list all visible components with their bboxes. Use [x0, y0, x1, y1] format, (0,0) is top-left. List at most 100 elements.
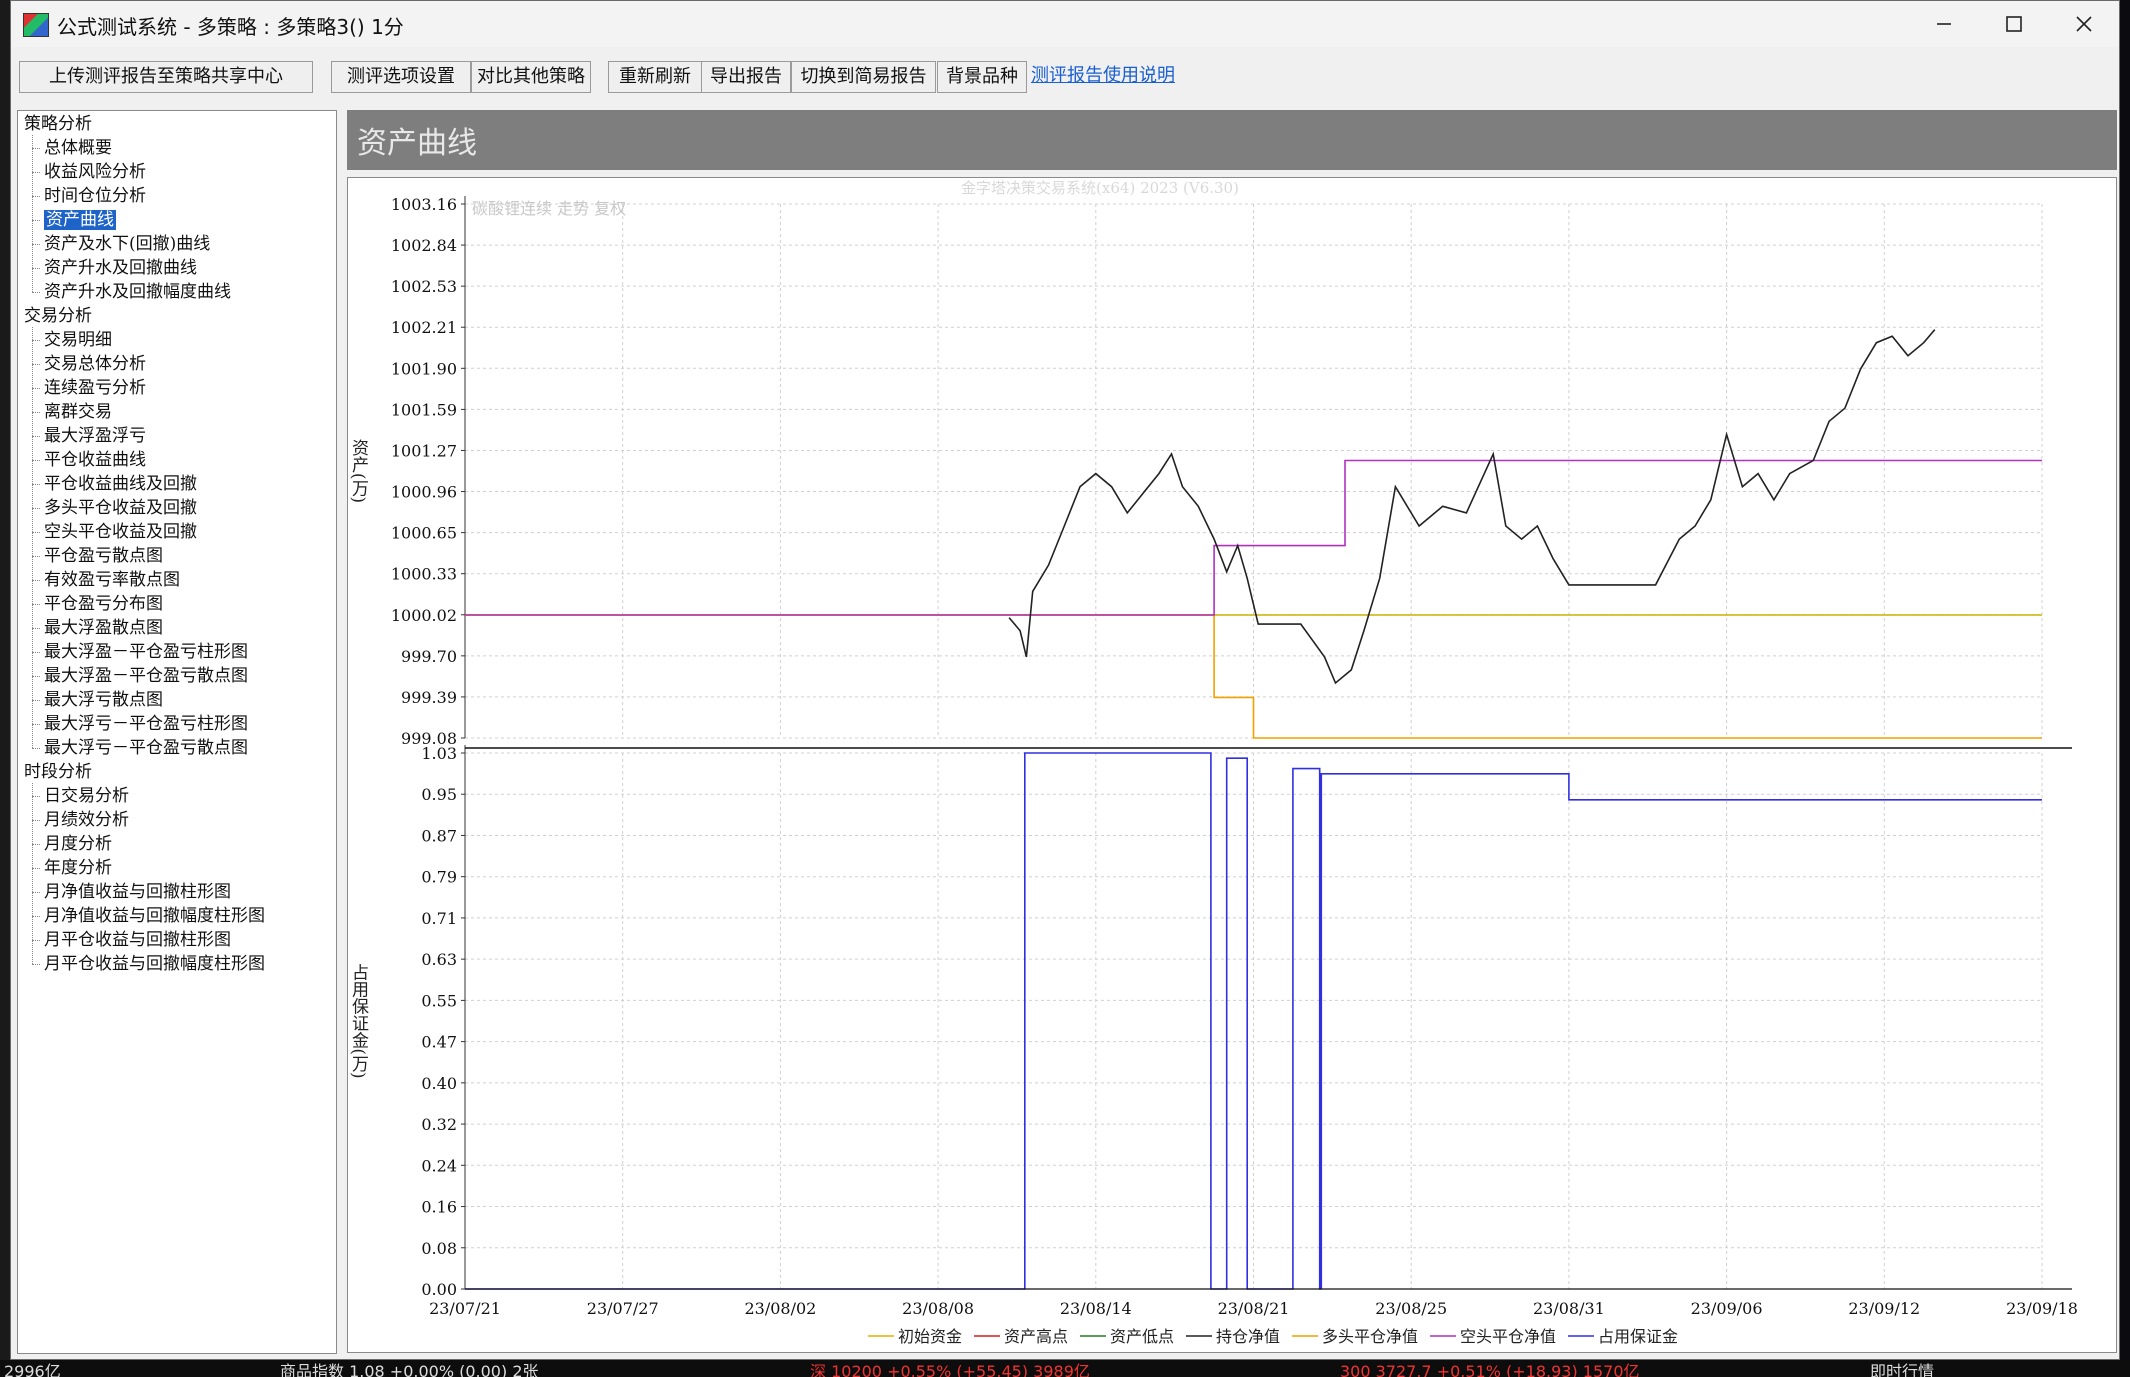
tree-item[interactable]: 离群交易	[44, 401, 112, 423]
tree-item-label: 总体概要	[44, 138, 112, 158]
tree-connector	[32, 724, 40, 725]
tree-item[interactable]: 最大浮盈散点图	[44, 617, 163, 639]
simple-report-button[interactable]: 切换到简易报告	[791, 61, 936, 93]
status-bar: 2996亿 商品指数 1.08 +0.00% (0.00) 2张 深 10200…	[0, 1360, 2130, 1377]
background-symbol-button[interactable]: 背景品种	[937, 61, 1027, 93]
status-turnover: 2996亿	[4, 1362, 61, 1377]
tree-item[interactable]: 资产曲线	[44, 209, 116, 231]
tree-group[interactable]: 策略分析	[24, 113, 92, 135]
tree-group[interactable]: 交易分析	[24, 305, 92, 327]
tree-item-label: 最大浮盈散点图	[44, 618, 163, 638]
y-tick-label: 0.08	[421, 1239, 457, 1258]
tree-item[interactable]: 交易总体分析	[44, 353, 146, 375]
y-tick-label: 1002.21	[391, 318, 457, 337]
tree-item-label: 月平仓收益与回撤幅度柱形图	[44, 954, 265, 974]
tree-item[interactable]: 时间仓位分析	[44, 185, 146, 207]
tree-item[interactable]: 总体概要	[44, 137, 112, 159]
tree-connector	[32, 364, 40, 365]
tree-item-label: 空头平仓收益及回撤	[44, 522, 197, 542]
tree-connector	[32, 148, 40, 149]
tree-item-label: 资产升水及回撤幅度曲线	[44, 282, 231, 302]
tree-connector	[32, 196, 40, 197]
x-tick-label: 23/08/21	[1218, 1299, 1290, 1318]
tree-item[interactable]: 资产升水及回撤曲线	[44, 257, 197, 279]
tree-item-label: 月净值收益与回撤幅度柱形图	[44, 906, 265, 926]
maximize-button[interactable]	[1979, 1, 2049, 47]
y-tick-label: 0.00	[421, 1280, 457, 1299]
tree-connector	[32, 628, 40, 629]
tree-item-label: 资产曲线	[44, 210, 116, 230]
tree-connector	[32, 484, 40, 485]
tree-item[interactable]: 资产及水下(回撤)曲线	[44, 233, 210, 255]
tree-item[interactable]: 平仓盈亏散点图	[44, 545, 163, 567]
tree-item[interactable]: 月净值收益与回撤幅度柱形图	[44, 905, 265, 927]
tree-connector	[32, 244, 40, 245]
tree-item[interactable]: 年度分析	[44, 857, 112, 879]
tree-item-label: 年度分析	[44, 858, 112, 878]
tree-item[interactable]: 多头平仓收益及回撤	[44, 497, 197, 519]
tree-item[interactable]: 月净值收益与回撤柱形图	[44, 881, 231, 903]
y-tick-label: 999.39	[401, 688, 457, 707]
x-tick-label: 23/09/18	[2006, 1299, 2078, 1318]
tree-connector	[32, 460, 40, 461]
tree-item[interactable]: 有效盈亏率散点图	[44, 569, 180, 591]
series-line-upper-1	[465, 614, 2042, 739]
tree-item[interactable]: 资产升水及回撤幅度曲线	[44, 281, 231, 303]
tree-item[interactable]: 空头平仓收益及回撤	[44, 521, 197, 543]
legend-label: 持仓净值	[1216, 1327, 1280, 1346]
tree-item[interactable]: 收益风险分析	[44, 161, 146, 183]
upload-report-button[interactable]: 上传测评报告至策略共享中心	[19, 61, 313, 93]
minimize-button[interactable]	[1909, 1, 1979, 47]
tree-item-label: 月净值收益与回撤柱形图	[44, 882, 231, 902]
tree-item[interactable]: 最大浮亏－平仓盈亏散点图	[44, 737, 248, 759]
status-commodity-index: 商品指数 1.08 +0.00% (0.00) 2张	[280, 1362, 539, 1377]
tree-item[interactable]: 连续盈亏分析	[44, 377, 146, 399]
status-realtime-quote[interactable]: 即时行情	[1870, 1360, 1934, 1377]
tree-connector	[32, 700, 40, 701]
tree-item-label: 策略分析	[24, 114, 92, 134]
tree-group[interactable]: 时段分析	[24, 761, 92, 783]
tree-item[interactable]: 最大浮盈－平仓盈亏散点图	[44, 665, 248, 687]
tree-item-label: 交易总体分析	[44, 354, 146, 374]
tree-item-label: 最大浮亏－平仓盈亏散点图	[44, 738, 248, 758]
tree-item[interactable]: 平仓盈亏分布图	[44, 593, 163, 615]
y-tick-label: 1001.90	[391, 359, 457, 378]
tree-item[interactable]: 交易明细	[44, 329, 112, 351]
tree-item[interactable]: 最大浮亏－平仓盈亏柱形图	[44, 713, 248, 735]
tree-item[interactable]: 最大浮盈－平仓盈亏柱形图	[44, 641, 248, 663]
help-link[interactable]: 测评报告使用说明	[1031, 61, 1175, 91]
app-icon	[23, 13, 49, 37]
refresh-button[interactable]: 重新刷新	[608, 61, 702, 93]
tree-item-label: 离群交易	[44, 402, 112, 422]
tree-item[interactable]: 日交易分析	[44, 785, 129, 807]
tree-item[interactable]: 最大浮盈浮亏	[44, 425, 146, 447]
test-options-button[interactable]: 测评选项设置	[331, 61, 471, 93]
tree-item[interactable]: 最大浮亏散点图	[44, 689, 163, 711]
y-tick-label: 0.32	[421, 1115, 457, 1134]
tree-item-label: 收益风险分析	[44, 162, 146, 182]
tree-item[interactable]: 平仓收益曲线及回撤	[44, 473, 197, 495]
close-button[interactable]	[2049, 1, 2119, 47]
tree-connector	[32, 135, 33, 292]
tree-item[interactable]: 月平仓收益与回撤幅度柱形图	[44, 953, 265, 975]
export-report-button[interactable]: 导出报告	[701, 61, 791, 93]
tree-item-label: 最大浮盈－平仓盈亏柱形图	[44, 642, 248, 662]
legend-label: 空头平仓净值	[1460, 1327, 1556, 1346]
tree-connector	[32, 652, 40, 653]
tree-item-label: 平仓收益曲线及回撤	[44, 474, 197, 494]
y-tick-label: 0.47	[421, 1033, 457, 1052]
tree-item[interactable]: 月度分析	[44, 833, 112, 855]
y-tick-label: 0.87	[421, 826, 457, 845]
x-tick-label: 23/08/31	[1533, 1299, 1605, 1318]
y-tick-label: 0.71	[421, 909, 457, 928]
legend-label: 初始资金	[898, 1327, 962, 1346]
tree-connector	[32, 556, 40, 557]
tree-connector	[32, 436, 40, 437]
legend-label: 占用保证金	[1598, 1327, 1678, 1346]
compare-strategy-button[interactable]: 对比其他策略	[471, 61, 591, 93]
tree-item[interactable]: 月绩效分析	[44, 809, 129, 831]
tree-item[interactable]: 月平仓收益与回撤柱形图	[44, 929, 231, 951]
x-tick-label: 23/07/27	[587, 1299, 659, 1318]
tree-connector	[32, 916, 40, 917]
tree-item[interactable]: 平仓收益曲线	[44, 449, 146, 471]
